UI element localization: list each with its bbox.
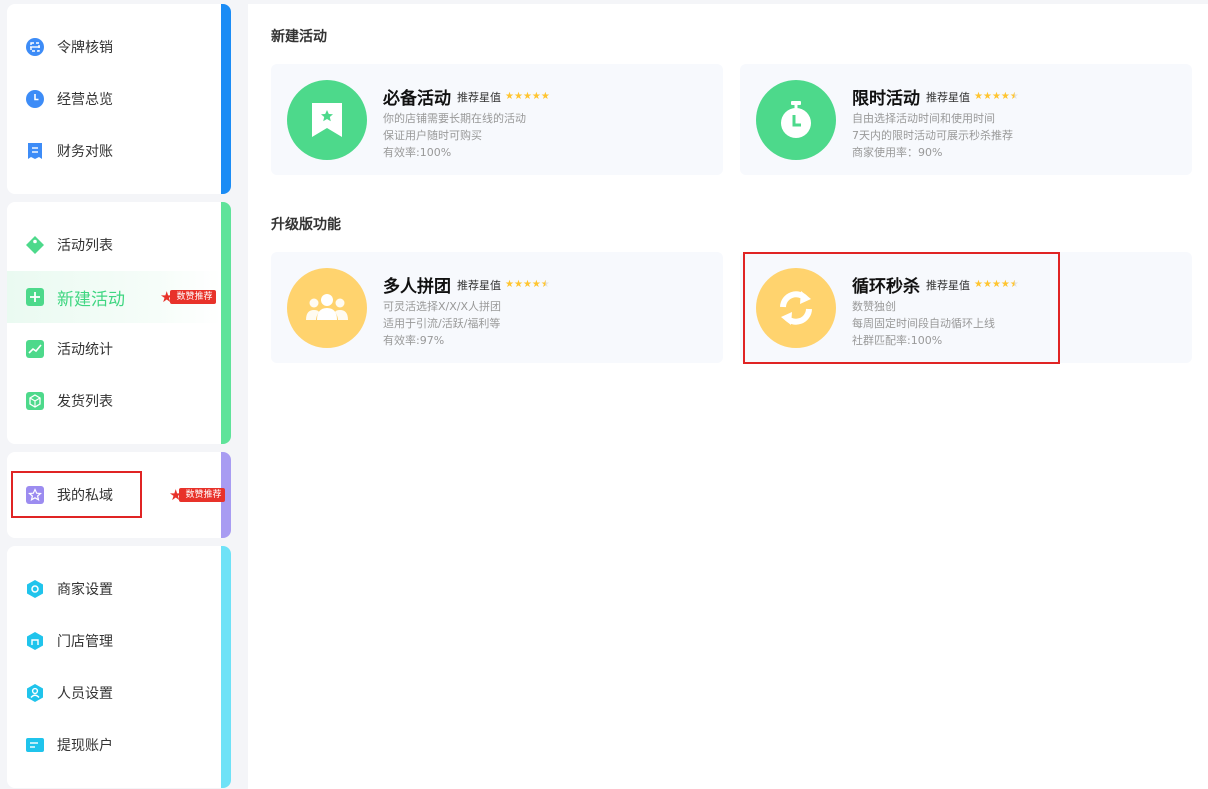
- sidebar-item-merchant-settings[interactable]: 商家设置: [7, 563, 221, 615]
- highlight-box-cyclic-flash-sale: [743, 252, 1060, 364]
- recommend-badge-private-domain: ★ 数赞推荐: [169, 486, 226, 504]
- sidebar-item-label: 商家设置: [57, 582, 113, 598]
- card-title: 必备活动: [383, 89, 451, 109]
- star-rating: ★ ★ ★ ★ ★: [505, 90, 550, 102]
- activity-card-essential[interactable]: 必备活动 推荐星值 ★ ★ ★ ★ ★ 你的店铺需要长期在线的活动 保证用户随时可购买 …: [271, 64, 723, 175]
- sidebar-group-activities: 活动列表 新建活动 活动统计 发货列表: [7, 202, 231, 444]
- card-desc-line: 有效率:97%: [383, 334, 445, 347]
- sidebar-item-label: 发货列表: [57, 394, 113, 410]
- card-desc-line: 商家使用率：90%: [852, 146, 943, 159]
- sidebar-item-activity-stats[interactable]: 活动统计: [7, 323, 221, 375]
- section-title-upgrade-features: 升级版功能: [271, 217, 341, 233]
- card-rec-label: 推荐星值: [457, 278, 501, 292]
- card-icon: [25, 735, 45, 755]
- card-desc-line: 适用于引流/活跃/福利等: [383, 317, 501, 330]
- section-title-new-activity: 新建活动: [271, 29, 327, 45]
- star-rating: ★ ★ ★ ★ ★: [974, 90, 1019, 102]
- sidebar-item-label: 令牌核销: [57, 40, 113, 56]
- recommend-badge-new-activity: ★ 数赞推荐: [160, 288, 217, 306]
- sidebar-item-shipping-list[interactable]: 发货列表: [7, 375, 221, 427]
- sidebar-item-label: 门店管理: [57, 634, 113, 650]
- group-accent-bar: [221, 202, 231, 444]
- card-title: 多人拼团: [383, 277, 451, 297]
- sidebar-item-store-management[interactable]: 门店管理: [7, 615, 221, 667]
- card-desc-line: 7天内的限时活动可展示秒杀推荐: [852, 129, 1013, 142]
- sidebar-item-label: 提现账户: [57, 738, 113, 754]
- user-icon: [25, 683, 45, 703]
- sidebar-item-token-verify[interactable]: 令牌核销: [7, 21, 221, 73]
- sidebar-item-label: 财务对账: [57, 144, 113, 160]
- sidebar-item-label: 新建活动: [57, 289, 125, 310]
- card-desc-line: 自由选择活动时间和使用时间: [852, 112, 995, 125]
- group-icon: [287, 268, 367, 348]
- star-icon: ★: [160, 288, 174, 306]
- settings-icon: [25, 579, 45, 599]
- sidebar: 令牌核销 经营总览 财务对账 活动列表 新建活动 活动统计 发货列表 ★ 数赞推…: [0, 0, 248, 789]
- sidebar-item-overview[interactable]: 经营总览: [7, 73, 221, 125]
- sidebar-item-label: 活动统计: [57, 342, 113, 358]
- sidebar-group-settings: 商家设置 门店管理 人员设置 提现账户: [7, 546, 231, 788]
- sidebar-item-finance[interactable]: 财务对账: [7, 125, 221, 177]
- badge-label: 数赞推荐: [179, 488, 226, 502]
- bookmark-star-icon: [287, 80, 367, 160]
- sidebar-item-activity-list[interactable]: 活动列表: [7, 219, 221, 271]
- activity-card-limited-time[interactable]: 限时活动 推荐星值 ★ ★ ★ ★ ★ 自由选择活动时间和使用时间 7天内的限时活动可展…: [740, 64, 1192, 175]
- clock-icon: [25, 89, 45, 109]
- sidebar-item-label: 活动列表: [57, 238, 113, 254]
- card-desc-line: 保证用户随时可购买: [383, 129, 482, 142]
- card-desc-line: 可灵活选择X/X/X人拼团: [383, 300, 502, 313]
- main-content: 新建活动 必备活动 推荐星值 ★ ★ ★ ★ ★ 你的店铺需要长期在线的活动 保证用户随…: [248, 4, 1208, 789]
- activity-card-group-buy[interactable]: 多人拼团 推荐星值 ★ ★ ★ ★ ★ 可灵活选择X/X/X人拼团 适用于引流/活跃/福…: [271, 252, 723, 363]
- stopwatch-icon: [756, 80, 836, 160]
- group-accent-bar: [221, 4, 231, 194]
- sidebar-item-label: 经营总览: [57, 92, 113, 108]
- card-desc-line: 你的店铺需要长期在线的活动: [383, 112, 526, 125]
- tag-icon: [25, 235, 45, 255]
- sidebar-group-operations: 令牌核销 经营总览 财务对账: [7, 4, 231, 194]
- highlight-box-private-domain: [11, 471, 142, 518]
- scan-icon: [25, 37, 45, 57]
- badge-label: 数赞推荐: [170, 290, 217, 304]
- group-accent-bar: [221, 546, 231, 788]
- plus-icon: [25, 287, 45, 307]
- star-rating: ★ ★ ★ ★ ★: [505, 278, 550, 290]
- receipt-icon: [25, 141, 45, 161]
- star-icon: ★: [169, 486, 183, 504]
- sidebar-item-staff-settings[interactable]: 人员设置: [7, 667, 221, 719]
- card-desc-line: 有效率:100%: [383, 146, 452, 159]
- sidebar-item-withdraw-account[interactable]: 提现账户: [7, 719, 221, 771]
- card-title: 限时活动: [852, 89, 920, 109]
- chart-icon: [25, 339, 45, 359]
- card-rec-label: 推荐星值: [457, 90, 501, 104]
- store-icon: [25, 631, 45, 651]
- sidebar-item-label: 人员设置: [57, 686, 113, 702]
- card-rec-label: 推荐星值: [926, 90, 970, 104]
- box-icon: [25, 391, 45, 411]
